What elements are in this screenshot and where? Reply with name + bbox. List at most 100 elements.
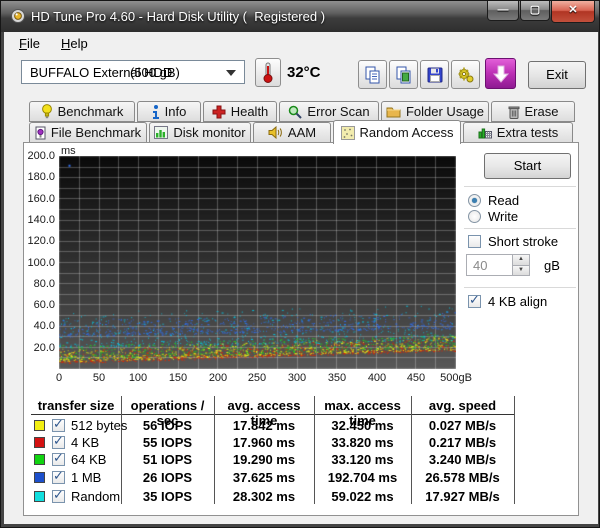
avg-access-value: 17.960 ms — [214, 435, 314, 450]
series-color-swatch — [34, 454, 45, 465]
x-tick-label: 300 — [277, 372, 317, 384]
tab-erase[interactable]: Erase — [491, 101, 575, 122]
write-radio[interactable] — [468, 210, 481, 223]
series-visible-checkbox[interactable] — [52, 490, 65, 503]
copy-image-button[interactable] — [389, 60, 418, 89]
error-scan-magnifier-icon — [288, 105, 302, 119]
series-visible-checkbox[interactable] — [52, 471, 65, 484]
copy-text-button[interactable] — [358, 60, 387, 89]
avg-speed-value: 3.240 MB/s — [411, 452, 514, 467]
tab-benchmark[interactable]: Benchmark — [29, 101, 135, 122]
series-name: Random — [71, 489, 120, 504]
minimize-button[interactable]: — — [487, 1, 519, 21]
series-color-swatch — [34, 491, 45, 502]
max-access-value: 33.820 ms — [314, 435, 411, 450]
short-stroke-unit-label: gB — [544, 258, 560, 273]
y-tick-label: 60.0 — [19, 299, 55, 311]
y-tick-label: 200.0 — [19, 150, 55, 162]
y-tick-label: 140.0 — [19, 214, 55, 226]
tab-aam[interactable]: AAM — [253, 122, 331, 143]
hd-tune-window: HD Tune Pro 4.60 - Hard Disk Utility ( R… — [0, 0, 600, 528]
avg-speed-value: 0.027 MB/s — [411, 418, 514, 433]
spinner-down-icon[interactable]: ▼ — [513, 265, 529, 275]
ops-value: 35 IOPS — [121, 489, 214, 504]
x-tick-label: 100 — [118, 372, 158, 384]
tab-extra-tests[interactable]: Extra tests — [463, 122, 573, 143]
random-access-dots-icon — [341, 126, 355, 140]
x-tick-label: 200 — [198, 372, 238, 384]
tab-file-benchmark[interactable]: File Benchmark — [29, 122, 147, 143]
max-access-value: 33.120 ms — [314, 452, 411, 467]
x-tick-label: 450 — [396, 372, 436, 384]
tab-label: AAM — [288, 125, 316, 140]
y-tick-label: 120.0 — [19, 235, 55, 247]
tab-label: Health — [231, 104, 269, 119]
disk-monitor-chart-icon — [154, 126, 168, 139]
start-button[interactable]: Start — [484, 153, 571, 179]
avg-speed-value: 17.927 MB/s — [411, 489, 514, 504]
tab-error-scan[interactable]: Error Scan — [279, 101, 379, 122]
write-label: Write — [488, 209, 518, 224]
tab-info[interactable]: Info — [137, 101, 201, 122]
ops-value: 55 IOPS — [121, 435, 214, 450]
extra-tests-icon — [478, 126, 492, 139]
short-stroke-checkbox[interactable] — [468, 235, 481, 248]
col-header-transfer-size: transfer size — [31, 398, 121, 413]
download-update-button[interactable] — [485, 58, 516, 89]
title-bar[interactable]: HD Tune Pro 4.60 - Hard Disk Utility ( R… — [1, 1, 600, 32]
x-tick-label: 150 — [158, 372, 198, 384]
column-divider — [411, 396, 412, 504]
series-visible-checkbox[interactable] — [52, 419, 65, 432]
column-divider — [314, 396, 315, 504]
ops-value: 51 IOPS — [121, 452, 214, 467]
series-visible-checkbox[interactable] — [52, 436, 65, 449]
series-name: 1 MB — [71, 470, 101, 485]
save-button[interactable] — [420, 60, 449, 89]
maximize-button[interactable]: ▢ — [520, 1, 550, 21]
trash-icon — [508, 105, 520, 119]
window-title: HD Tune Pro 4.60 - Hard Disk Utility ( R… — [31, 9, 325, 24]
tab-disk-monitor[interactable]: Disk monitor — [149, 122, 251, 143]
health-cross-icon — [212, 105, 226, 119]
options-button[interactable] — [451, 60, 480, 89]
ops-value: 56 IOPS — [121, 418, 214, 433]
avg-speed-value: 0.217 MB/s — [411, 435, 514, 450]
x-tick-label: 0 — [39, 372, 79, 384]
align-4kb-checkbox[interactable] — [468, 295, 481, 308]
avg-access-value: 17.842 ms — [214, 418, 314, 433]
file-benchmark-icon — [35, 126, 46, 140]
max-access-value: 192.704 ms — [314, 470, 411, 485]
tab-health[interactable]: Health — [203, 101, 277, 122]
tab-folder-usage[interactable]: Folder Usage — [381, 101, 489, 122]
folder-icon — [386, 105, 401, 118]
divider — [464, 228, 576, 229]
close-button[interactable]: ✕ — [551, 1, 595, 23]
spinner-up-icon[interactable]: ▲ — [513, 255, 529, 265]
y-tick-label: 100.0 — [19, 257, 55, 269]
col-header-avg-speed: avg. speed — [411, 398, 514, 413]
max-access-value: 59.022 ms — [314, 489, 411, 504]
thermometer-icon — [262, 62, 274, 83]
series-name: 512 bytes — [71, 418, 127, 433]
read-label: Read — [488, 193, 519, 208]
copy-image-icon — [395, 66, 413, 84]
temperature-button[interactable] — [255, 58, 281, 87]
download-arrow-icon — [493, 65, 509, 83]
options-gear-icon — [457, 66, 475, 84]
tab-label: Extra tests — [497, 125, 558, 140]
tab-label: Error Scan — [307, 104, 369, 119]
read-radio[interactable] — [468, 194, 481, 207]
tab-label: Erase — [525, 104, 559, 119]
tab-label: Info — [165, 104, 187, 119]
y-tick-label: 20.0 — [19, 342, 55, 354]
menu-file[interactable]: File — [11, 34, 48, 53]
header-underline — [31, 414, 514, 415]
menu-help[interactable]: Help — [53, 34, 96, 53]
short-stroke-size-spinner[interactable]: 40 ▲ ▼ — [466, 254, 530, 276]
series-visible-checkbox[interactable] — [52, 453, 65, 466]
avg-speed-value: 26.578 MB/s — [411, 470, 514, 485]
drive-select[interactable]: BUFFALO External HDD (500 gB) — [21, 60, 245, 84]
tab-random-access[interactable]: Random Access — [333, 120, 461, 144]
exit-button[interactable]: Exit — [528, 61, 586, 89]
align-4kb-label: 4 KB align — [488, 294, 547, 309]
